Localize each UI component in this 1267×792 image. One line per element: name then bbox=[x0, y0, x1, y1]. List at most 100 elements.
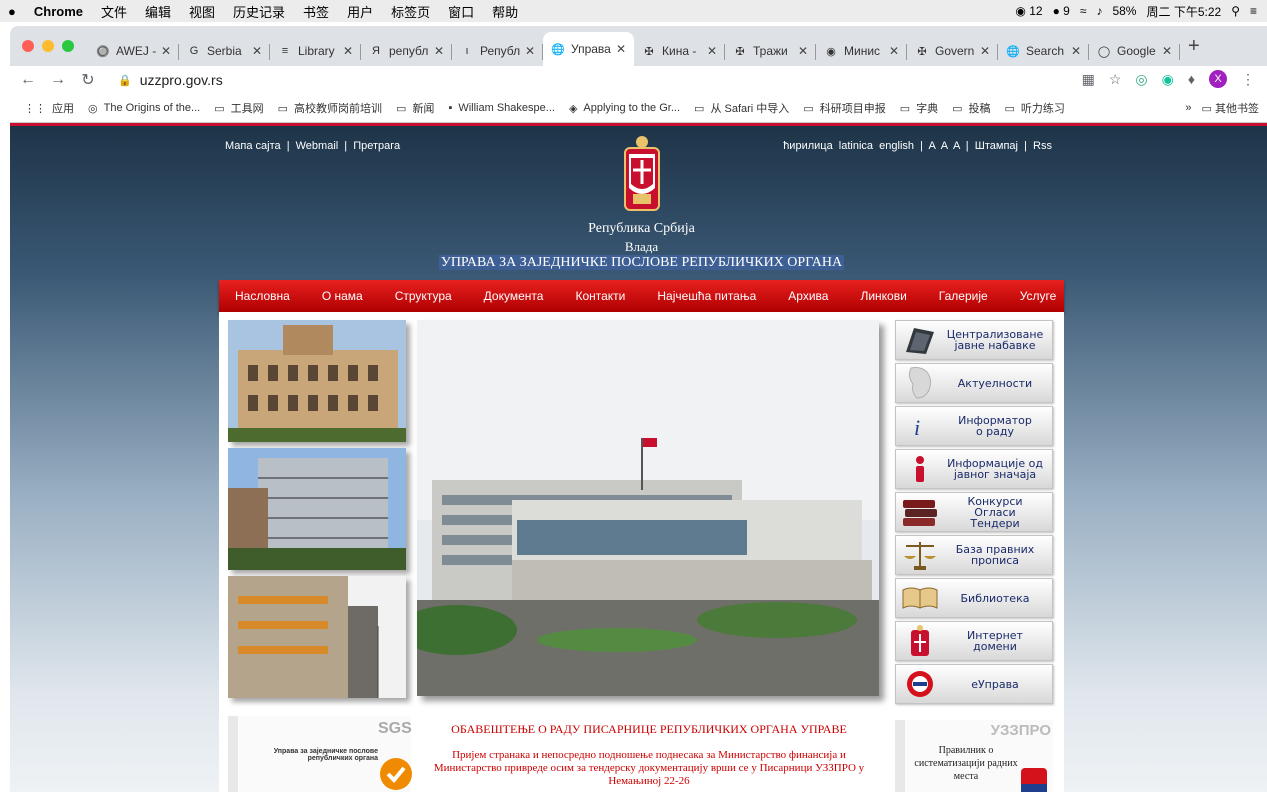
clock[interactable]: 周二 下午5:22 bbox=[1146, 3, 1221, 20]
bookmark-item[interactable]: ▭ 听力练习 bbox=[1005, 100, 1065, 116]
lock-icon[interactable]: 🔒 bbox=[118, 74, 132, 87]
close-tab-icon[interactable]: ✕ bbox=[1071, 44, 1081, 58]
menu-view[interactable]: 视图 bbox=[189, 2, 215, 21]
menu-history[interactable]: 历史记录 bbox=[233, 2, 285, 21]
nav-services[interactable]: Услуге bbox=[1004, 289, 1073, 303]
close-tab-icon[interactable]: ✕ bbox=[616, 42, 626, 56]
close-tab-icon[interactable]: ✕ bbox=[525, 44, 535, 58]
translate-icon[interactable]: ▦ bbox=[1082, 71, 1095, 88]
sitemap-link[interactable]: Мапа сајта bbox=[225, 140, 281, 152]
systematization-link[interactable]: Правилник о систематизацији радних места bbox=[911, 744, 1021, 783]
nav-home[interactable]: Насловна bbox=[219, 289, 306, 303]
tab-0[interactable]: 🔘 AWEJ - ✕ bbox=[88, 36, 179, 66]
close-tab-icon[interactable]: ✕ bbox=[707, 44, 717, 58]
bookmark-item[interactable]: ▭ 工具网 bbox=[214, 100, 263, 116]
app-menu[interactable]: Chrome bbox=[34, 4, 83, 19]
menu-bookmarks[interactable]: 书签 bbox=[303, 2, 329, 21]
systematization-panel[interactable]: УЗЗПРО Правилник о систематизацији радни… bbox=[895, 720, 1053, 792]
quick-link-8[interactable]: еУправа bbox=[895, 664, 1053, 704]
close-tab-icon[interactable]: ✕ bbox=[889, 44, 899, 58]
bookmark-item[interactable]: ▪ William Shakespe... bbox=[448, 100, 555, 116]
webmail-link[interactable]: Webmail bbox=[296, 140, 339, 152]
quick-link-7[interactable]: Интернет домени bbox=[895, 621, 1053, 661]
menu-edit[interactable]: 编辑 bbox=[145, 2, 171, 21]
quick-link-2[interactable]: i Информатор о раду bbox=[895, 406, 1053, 446]
quick-link-1[interactable]: Актуелности bbox=[895, 363, 1053, 403]
grammarly-icon[interactable]: ◉ bbox=[1162, 71, 1174, 88]
building-photo-1[interactable] bbox=[228, 320, 406, 442]
bookmark-item[interactable]: ▭ 高校教师岗前培训 bbox=[278, 100, 382, 116]
close-tab-icon[interactable]: ✕ bbox=[252, 44, 262, 58]
volume-icon[interactable]: ♪ bbox=[1096, 4, 1102, 18]
wechat-icon[interactable]: ◉ 12 bbox=[1015, 4, 1042, 18]
menu-window[interactable]: 窗口 bbox=[448, 2, 474, 21]
profile-avatar[interactable]: X bbox=[1209, 70, 1227, 88]
tab-3[interactable]: Ярепубл ✕ bbox=[361, 36, 452, 66]
bookmark-item[interactable]: ◈ Applying to the Gr... bbox=[569, 100, 680, 116]
bookmark-item[interactable]: ◎ The Origins of the... bbox=[88, 100, 200, 116]
bookmark-item[interactable]: ▭ 字典 bbox=[900, 100, 938, 116]
close-window-button[interactable] bbox=[22, 40, 34, 52]
forward-button[interactable]: → bbox=[46, 71, 70, 89]
tab-1[interactable]: G Serbia ✕ bbox=[179, 36, 270, 66]
tab-5[interactable]: 🌐 Управа ✕ bbox=[543, 32, 634, 66]
bookmark-item[interactable]: ▭ 投稿 bbox=[952, 100, 990, 116]
close-tab-icon[interactable]: ✕ bbox=[161, 44, 171, 58]
spotlight-icon[interactable]: ⚲ bbox=[1231, 4, 1240, 18]
close-tab-icon[interactable]: ✕ bbox=[343, 44, 353, 58]
tab-10[interactable]: 🌐 Search ✕ bbox=[998, 36, 1089, 66]
control-center-icon[interactable]: ≡ bbox=[1250, 4, 1257, 18]
bell-icon[interactable]: ● 9 bbox=[1053, 4, 1070, 18]
tab-9[interactable]: ✠ Govern ✕ bbox=[907, 36, 998, 66]
bookmark-item[interactable]: ▭ 从 Safari 中导入 bbox=[694, 100, 789, 116]
tab-6[interactable]: ✠ Кина - ✕ bbox=[634, 36, 725, 66]
nav-contacts[interactable]: Контакти bbox=[559, 289, 641, 303]
apple-icon[interactable]: ● bbox=[8, 4, 16, 19]
menu-people[interactable]: 用户 bbox=[347, 2, 373, 21]
menu-help[interactable]: 帮助 bbox=[492, 2, 518, 21]
close-tab-icon[interactable]: ✕ bbox=[980, 44, 990, 58]
tab-7[interactable]: ✠ Тражи ✕ bbox=[725, 36, 816, 66]
certificate-panel[interactable]: SGS Управа за заједничке послове републи… bbox=[228, 716, 412, 792]
close-tab-icon[interactable]: ✕ bbox=[798, 44, 808, 58]
menu-tab[interactable]: 标签页 bbox=[391, 2, 430, 21]
nav-links[interactable]: Линкови bbox=[844, 289, 922, 303]
language-links[interactable]: ћирилица latinica english | A A A | Штам… bbox=[783, 140, 1052, 152]
reload-button[interactable]: ↻ bbox=[76, 70, 100, 90]
other-bookmarks[interactable]: ▭ 其他书签 bbox=[1202, 100, 1259, 116]
tab-2[interactable]: ≡ Library ✕ bbox=[270, 36, 361, 66]
bookmark-item[interactable]: ▭ 科研项目申报 bbox=[803, 100, 885, 116]
tab-4[interactable]: ı Републ ✕ bbox=[452, 36, 543, 66]
nav-structure[interactable]: Структура bbox=[379, 289, 468, 303]
bookmarks-more-button[interactable]: » bbox=[1185, 102, 1191, 114]
building-photo-3[interactable] bbox=[228, 576, 406, 698]
nav-galleries[interactable]: Галерије bbox=[923, 289, 1004, 303]
new-tab-button[interactable]: + bbox=[1188, 35, 1200, 58]
nav-archive[interactable]: Архива bbox=[772, 289, 844, 303]
close-tab-icon[interactable]: ✕ bbox=[434, 44, 444, 58]
quick-link-3[interactable]: Информације од јавног значаја bbox=[895, 449, 1053, 489]
quick-link-5[interactable]: База правних прописа bbox=[895, 535, 1053, 575]
quick-link-0[interactable]: Централизоване јавне набавке bbox=[895, 320, 1053, 360]
minimize-window-button[interactable] bbox=[42, 40, 54, 52]
search-link[interactable]: Претрага bbox=[353, 140, 400, 152]
extension-icon[interactable]: ◎ bbox=[1135, 71, 1147, 88]
nav-documents[interactable]: Документа bbox=[468, 289, 560, 303]
quick-link-6[interactable]: Библиотека bbox=[895, 578, 1053, 618]
wifi-icon[interactable]: ≈ bbox=[1080, 4, 1087, 18]
bookmark-item[interactable]: ⋮⋮ 应用 bbox=[24, 100, 74, 116]
kebab-menu-icon[interactable]: ⋮ bbox=[1241, 71, 1255, 88]
quick-link-4[interactable]: Конкурси Огласи Тендери bbox=[895, 492, 1053, 532]
menu-file[interactable]: 文件 bbox=[101, 2, 127, 21]
nav-faq[interactable]: Најчешћа питања bbox=[641, 289, 772, 303]
tab-11[interactable]: ◯ Google ✕ bbox=[1089, 36, 1180, 66]
battery-label[interactable]: 58% bbox=[1112, 4, 1136, 18]
zoom-window-button[interactable] bbox=[62, 40, 74, 52]
nav-about[interactable]: О нама bbox=[306, 289, 379, 303]
close-tab-icon[interactable]: ✕ bbox=[1162, 44, 1172, 58]
puzzle-icon[interactable]: ♦ bbox=[1188, 71, 1195, 87]
bookmark-item[interactable]: ▭ 新闻 bbox=[396, 100, 434, 116]
tab-8[interactable]: ◉ Минис ✕ bbox=[816, 36, 907, 66]
star-icon[interactable]: ☆ bbox=[1109, 71, 1122, 88]
back-button[interactable]: ← bbox=[16, 71, 40, 89]
